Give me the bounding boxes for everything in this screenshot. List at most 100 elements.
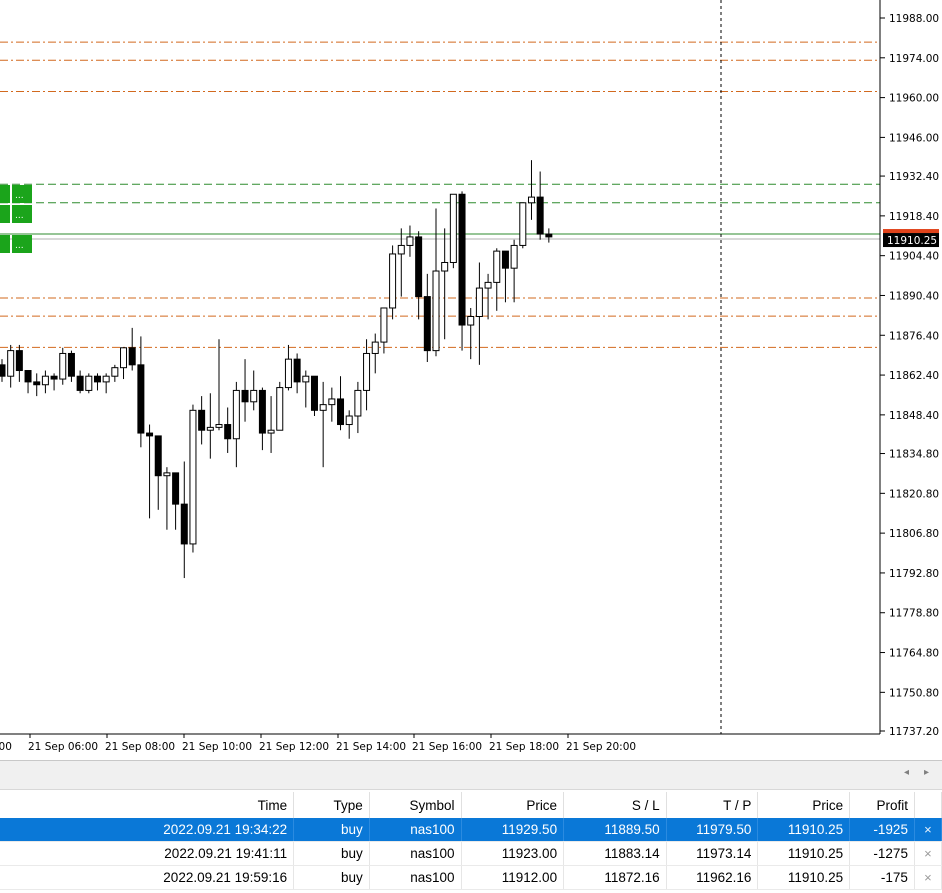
table-row[interactable]: 2022.09.21 19:41:11 buy nas100 11923.00 … — [0, 841, 942, 866]
trade-button-left — [0, 185, 10, 203]
cell-tp[interactable]: 11962.16 — [666, 865, 759, 890]
candle-body — [59, 352, 67, 380]
candle-body — [128, 347, 136, 366]
trade-button-left — [0, 235, 10, 253]
price-tick-label: 11988.00 — [889, 13, 939, 25]
candle-body — [250, 389, 258, 403]
table-row[interactable]: 2022.09.21 19:59:16 buy nas100 11912.00 … — [0, 865, 942, 890]
price-tick-label: 11848.40 — [889, 410, 939, 422]
cell-price: 11923.00 — [461, 841, 565, 866]
price-chart[interactable]: ......... 11988.00 11974.00 11960.00 11946.… — [0, 0, 942, 760]
price-tick-label: 11764.80 — [889, 648, 939, 660]
toolbox-header: ◂ ▸ — [0, 760, 942, 790]
col-header-close — [914, 792, 942, 818]
candle-body — [302, 375, 310, 383]
cell-sl[interactable]: 11872.16 — [563, 865, 667, 890]
ask-tag-strip — [883, 229, 939, 234]
price-tick-label: 11778.80 — [889, 608, 939, 620]
candle-body — [24, 370, 32, 383]
candle-body — [33, 381, 41, 386]
candle-body — [441, 261, 449, 272]
candle-body — [519, 202, 527, 246]
cell-current-price: 11910.25 — [757, 865, 851, 890]
candle-body — [180, 503, 188, 545]
cell-sl[interactable]: 11889.50 — [563, 818, 667, 842]
trade-button-left — [0, 205, 10, 223]
candle-body — [380, 307, 388, 343]
candle-body — [224, 424, 232, 440]
cell-symbol: nas100 — [369, 865, 462, 890]
candle-body — [536, 196, 544, 235]
candle-body — [163, 472, 171, 477]
candle-body — [93, 375, 101, 383]
candle-body — [310, 375, 318, 411]
price-tick-label: 11862.40 — [889, 370, 939, 382]
time-tick-label: 21 Sep 10:00 — [182, 741, 252, 753]
cell-profit: -1925 — [849, 818, 915, 842]
close-position-icon[interactable]: × — [914, 818, 942, 842]
price-tick-label: 11960.00 — [889, 93, 939, 105]
scroll-right-icon[interactable]: ▸ — [924, 767, 929, 778]
candle-body — [319, 404, 327, 411]
candle-body — [137, 364, 145, 434]
candle-body — [267, 429, 275, 434]
col-header-price[interactable]: Price — [461, 792, 565, 818]
time-tick-label: :00 — [0, 741, 12, 753]
trade-buttons[interactable]: ......... — [0, 185, 32, 253]
col-header-tp[interactable]: T / P — [666, 792, 759, 818]
cell-tp[interactable]: 11973.14 — [666, 841, 759, 866]
trade-button[interactable]: ... — [0, 235, 32, 253]
price-tick-label: 11918.40 — [889, 211, 939, 223]
cell-time: 2022.09.21 19:41:11 — [0, 841, 295, 866]
candle-body — [7, 350, 15, 377]
candle-body — [50, 375, 58, 380]
col-header-current-price[interactable]: Price — [757, 792, 851, 818]
price-tick-label: 11946.00 — [889, 132, 939, 144]
cell-type: buy — [293, 818, 370, 842]
col-header-type[interactable]: Type — [293, 792, 370, 818]
table-header-row: Time Type Symbol Price S / L T / P Price… — [0, 792, 942, 818]
trade-button-label: ... — [15, 191, 24, 201]
cell-symbol: nas100 — [369, 841, 462, 866]
time-tick-label: 21 Sep 08:00 — [105, 741, 175, 753]
candle-body — [397, 244, 405, 255]
time-tick-label: 21 Sep 12:00 — [259, 741, 329, 753]
cell-profit: -175 — [849, 865, 915, 890]
col-header-sl[interactable]: S / L — [563, 792, 667, 818]
trade-button[interactable]: ... — [0, 185, 32, 203]
price-axis: 11988.00 11974.00 11960.00 11946.00 11932.40… — [880, 13, 939, 738]
candle-body — [354, 389, 362, 417]
trade-button[interactable]: ... — [0, 205, 32, 223]
trade-button-label: ... — [15, 211, 24, 221]
cell-tp[interactable]: 11979.50 — [666, 818, 759, 842]
time-axis: :00 21 Sep 06:00 21 Sep 08:00 21 Sep 10:00 2… — [0, 734, 636, 753]
candle-body — [111, 367, 119, 377]
candle-body — [284, 358, 292, 389]
scroll-left-icon[interactable]: ◂ — [904, 767, 909, 778]
table-row[interactable]: 2022.09.21 19:34:22 buy nas100 11929.50 … — [0, 818, 942, 842]
candle-body — [198, 409, 206, 431]
col-header-profit[interactable]: Profit — [849, 792, 915, 818]
candle-body — [189, 409, 197, 545]
close-position-icon[interactable]: × — [914, 865, 942, 890]
cell-price: 11929.50 — [461, 818, 565, 842]
candle-body — [493, 250, 501, 283]
cell-price: 11912.00 — [461, 865, 565, 890]
candle-body — [328, 398, 336, 406]
col-header-symbol[interactable]: Symbol — [369, 792, 462, 818]
candle-body — [467, 316, 475, 326]
col-header-time[interactable]: Time — [0, 792, 295, 818]
candle-body — [232, 389, 240, 440]
time-tick-label: 21 Sep 06:00 — [28, 741, 98, 753]
candle-body — [0, 364, 6, 377]
candle-body — [449, 193, 457, 263]
cell-current-price: 11910.25 — [757, 818, 851, 842]
price-tick-label: 11750.80 — [889, 687, 939, 699]
price-tick-label: 11792.80 — [889, 568, 939, 580]
cell-sl[interactable]: 11883.14 — [563, 841, 667, 866]
candle-body — [41, 375, 49, 386]
chart-canvas[interactable]: ......... 11988.00 11974.00 11960.00 11946.… — [0, 0, 942, 760]
close-position-icon[interactable]: × — [914, 841, 942, 866]
candle-body — [432, 270, 440, 352]
price-tick-label: 11904.40 — [889, 251, 939, 263]
